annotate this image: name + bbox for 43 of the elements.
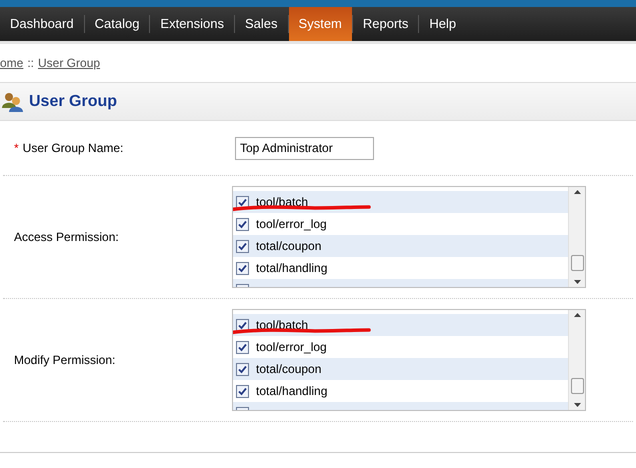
checkbox[interactable] <box>236 384 249 398</box>
checkbox[interactable] <box>236 362 249 376</box>
scroll-down-icon[interactable] <box>574 403 580 407</box>
field-label: Modify Permission: <box>14 352 116 369</box>
check-icon <box>238 342 247 352</box>
nav-tab[interactable]: System <box>288 7 352 41</box>
required-mark: * <box>14 140 19 157</box>
nav-tab[interactable]: Reports <box>352 7 418 41</box>
permission-option[interactable]: tool/batch <box>233 314 568 336</box>
field-label: User Group Name: <box>22 140 124 157</box>
nav-tab[interactable]: Dashboard <box>0 7 84 41</box>
permission-option[interactable]: total/coupon <box>233 358 568 380</box>
permission-option[interactable]: tool/batch <box>233 191 568 213</box>
check-icon <box>238 220 247 228</box>
breadcrumb-link[interactable]: User Group <box>38 54 100 72</box>
scroll-thumb[interactable] <box>570 255 584 271</box>
scroll-thumb[interactable] <box>570 378 584 394</box>
check-icon <box>238 320 247 330</box>
check-icon <box>238 242 247 250</box>
scrollbar[interactable] <box>568 187 585 287</box>
checkbox[interactable] <box>236 262 249 274</box>
nav-tab[interactable]: Help <box>419 7 466 41</box>
nav-tab[interactable]: Sales <box>235 7 288 41</box>
breadcrumb-separator: :: <box>27 55 34 72</box>
checkbox[interactable] <box>236 340 249 354</box>
permission-option[interactable]: total/coupon <box>233 235 568 257</box>
check-icon <box>238 386 247 396</box>
check-icon <box>238 364 247 374</box>
scrollbar[interactable] <box>568 310 585 410</box>
scroll-up-icon[interactable] <box>574 190 580 194</box>
breadcrumb-link[interactable]: ome <box>0 54 24 72</box>
checkbox[interactable] <box>236 240 249 252</box>
check-icon <box>238 198 247 206</box>
checkbox[interactable] <box>236 218 249 230</box>
nav-tab[interactable]: Extensions <box>150 7 234 41</box>
scroll-up-icon[interactable] <box>574 313 580 317</box>
users-icon <box>2 90 24 112</box>
check-icon <box>238 264 247 272</box>
field-label: Access Permission: <box>14 229 120 246</box>
scroll-down-icon[interactable] <box>574 280 580 284</box>
page-title: User Group <box>29 92 118 112</box>
input-field[interactable]: Top Administrator <box>235 136 374 160</box>
nav-tab[interactable]: Catalog <box>84 7 150 41</box>
